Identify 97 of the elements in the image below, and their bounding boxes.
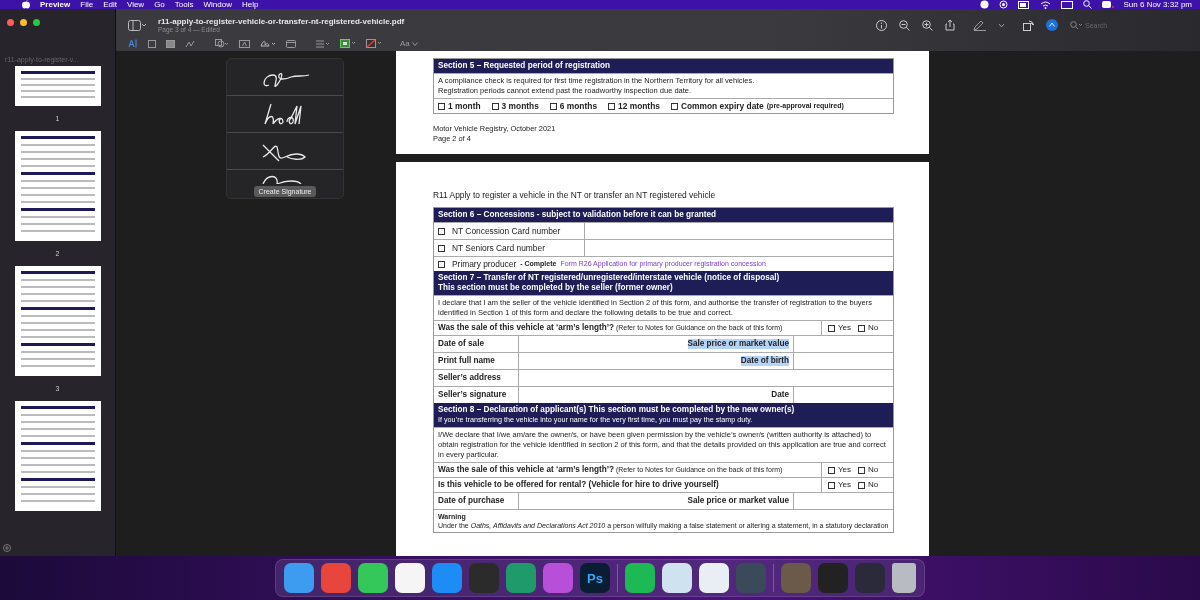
field-label: Sale price or market value [687, 496, 789, 506]
option-label: No [868, 465, 879, 475]
border-color-icon[interactable] [340, 39, 356, 48]
checkbox[interactable] [438, 227, 445, 235]
checkbox[interactable] [828, 481, 835, 489]
option-label: 3 months [501, 101, 539, 111]
window-title: r11-apply-to-register-vehicle-or-transfer-nt-registered-vehicle.pdf [158, 17, 405, 26]
zoom-button[interactable] [33, 19, 40, 26]
control-center-icon[interactable] [1101, 0, 1114, 9]
sketch-icon[interactable] [185, 39, 195, 48]
text-selection-icon[interactable] [128, 39, 138, 48]
rectangle-selection-icon[interactable] [148, 39, 156, 48]
font-button[interactable]: Aa [400, 39, 418, 48]
option-label: 12 months [618, 101, 660, 111]
rotate-icon[interactable] [1023, 19, 1034, 31]
share-icon[interactable] [945, 19, 955, 31]
option-label: Yes [838, 465, 852, 475]
checkbox[interactable] [828, 324, 835, 332]
app-icon[interactable] [662, 563, 692, 593]
page-heading: R11 Apply to register a vehicle in the NT or transfer an NT registered vehicle [433, 190, 717, 200]
signature-icon[interactable] [260, 39, 276, 48]
checkbox[interactable] [858, 466, 866, 474]
note-icon[interactable] [286, 39, 296, 48]
field-label: Seller’s address [437, 372, 502, 384]
menu-item[interactable]: View [126, 0, 145, 9]
field-label: Seller’s signature [437, 389, 508, 401]
menu-item[interactable]: File [80, 0, 94, 9]
section-header: Section 6 – Concessions - subject to validation before it can be granted [434, 208, 893, 222]
info-icon[interactable] [876, 19, 887, 31]
menu-item[interactable]: Window [203, 0, 232, 9]
checkbox[interactable] [438, 244, 445, 252]
checkbox[interactable] [828, 466, 835, 474]
section-subheader: This section must be completed by the seller (former owner) [438, 283, 674, 293]
option-label: No [868, 480, 879, 490]
trash-icon[interactable] [892, 563, 916, 593]
fill-color-icon[interactable] [366, 39, 382, 48]
option-label: No [868, 323, 879, 333]
menu-item[interactable]: Help [241, 0, 259, 9]
pen-icon[interactable] [973, 19, 986, 31]
field-label: NT Seniors Card number [452, 243, 545, 253]
battery-icon[interactable] [1017, 0, 1030, 9]
section-header: Section 5 – Requested period of registration [434, 59, 893, 73]
field-label: Date [771, 390, 789, 400]
sidebar-toggle-icon[interactable] [128, 19, 146, 31]
redact-icon[interactable] [166, 39, 175, 48]
shapes-icon[interactable] [215, 39, 229, 48]
app-icon[interactable] [699, 563, 729, 593]
wifi-icon[interactable] [1039, 0, 1051, 9]
keyboard-icon[interactable] [1060, 0, 1073, 9]
field-label: NT Concession Card number [452, 226, 561, 236]
checkbox[interactable] [858, 324, 866, 332]
clock[interactable]: Sun 6 Nov 3:32 pm [1123, 0, 1192, 9]
checkbox[interactable] [491, 102, 499, 110]
text-box-icon[interactable] [239, 39, 250, 48]
add-icon[interactable] [3, 544, 11, 552]
page-thumbnail[interactable] [14, 131, 101, 241]
section-header: Section 7 – Transfer of NT registered/unregistered/interstate vehicle (notice of disposal) [438, 273, 781, 283]
checkbox[interactable] [858, 481, 866, 489]
search-icon[interactable] [1070, 20, 1082, 30]
close-button[interactable] [7, 19, 14, 26]
app-icon[interactable]: Ps [580, 563, 610, 593]
field-label: Print full name [437, 355, 496, 367]
option-label: Common expiry date [680, 101, 764, 111]
checkbox[interactable] [670, 102, 678, 110]
zoom-out-icon[interactable] [899, 19, 910, 31]
option-label: 1 month [448, 101, 481, 111]
search-icon[interactable] [1082, 0, 1092, 9]
page-thumbnail[interactable] [14, 401, 101, 511]
checkbox[interactable] [608, 102, 616, 110]
field-label: Date of birth [740, 356, 789, 366]
zoom-in-icon[interactable] [922, 19, 933, 31]
caret-icon[interactable] [998, 22, 1005, 28]
menu-item[interactable]: Edit [103, 0, 117, 9]
option-label: 6 months [559, 101, 598, 111]
page-thumbnail[interactable] [14, 66, 101, 106]
menu-item[interactable]: Go [154, 0, 165, 9]
field-label: Primary producer [452, 259, 517, 269]
apple-icon[interactable] [22, 0, 30, 9]
checkbox[interactable] [438, 260, 445, 268]
checkbox[interactable] [438, 102, 445, 110]
app-icon[interactable] [358, 563, 388, 593]
option-label: Yes [838, 480, 852, 490]
option-label: Yes [838, 323, 852, 333]
markup-icon[interactable] [1046, 19, 1058, 31]
app-icon[interactable] [395, 563, 425, 593]
checkbox[interactable] [549, 102, 557, 110]
menu-item[interactable]: Preview [40, 0, 71, 9]
line-style-icon[interactable] [316, 39, 330, 48]
field-label: Date of sale [437, 338, 485, 350]
menu-item[interactable]: Tools [174, 0, 194, 9]
field-label: Date of purchase [437, 495, 506, 507]
minimize-button[interactable] [20, 19, 27, 26]
section-header: Section 8 – Declaration of applicant(s) This section must be completed by the new owner(s) [438, 405, 796, 415]
question-text: Is this vehicle to be offered for rental? (Vehicle for hire to drive yourself) [437, 479, 720, 491]
field-label: Sale price or market value [687, 339, 789, 349]
caret-icon [411, 41, 418, 46]
page-thumbnail[interactable] [14, 266, 101, 376]
